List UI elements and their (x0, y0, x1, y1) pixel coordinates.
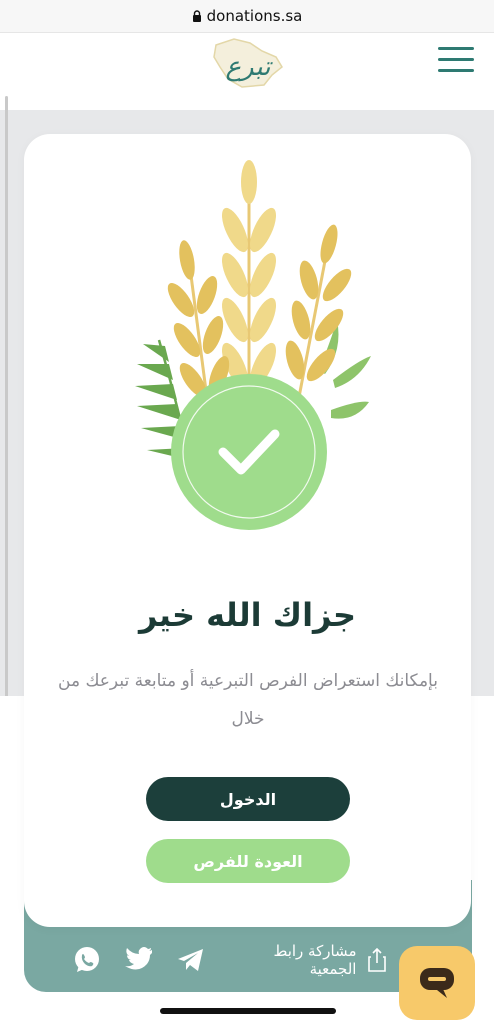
scroll-indicator[interactable] (5, 96, 8, 726)
chat-button[interactable] (399, 946, 475, 1020)
telegram-icon[interactable] (176, 945, 206, 975)
chat-bubble-icon (420, 968, 454, 998)
back-to-opportunities-button[interactable]: العودة للفرص (146, 839, 350, 883)
wheat-check-icon (135, 160, 371, 530)
whatsapp-icon[interactable] (72, 945, 102, 975)
logo-text: تبرع (226, 52, 274, 82)
browser-url-bar[interactable]: donations.sa (0, 0, 494, 32)
site-header: تبرع (0, 32, 494, 110)
twitter-icon[interactable] (124, 945, 154, 975)
login-button[interactable]: الدخول (146, 777, 350, 821)
share-row: مشاركة رابط الجمعية (72, 940, 392, 980)
share-label: مشاركة رابط الجمعية (273, 942, 357, 978)
hamburger-menu-icon[interactable] (438, 47, 474, 77)
thank-you-card: جزاك الله خير بإمكانك استعراض الفرص التب… (24, 134, 471, 927)
lock-icon (192, 10, 201, 22)
home-indicator (160, 1008, 336, 1014)
description-text: بإمكانك استعراض الفرص التبرعية أو متابعة… (58, 671, 438, 729)
logo-map-icon: تبرع (213, 38, 283, 88)
page-title: جزاك الله خير (138, 596, 357, 634)
url-text: donations.sa (206, 7, 303, 25)
share-icon[interactable] (362, 945, 392, 975)
site-logo[interactable]: تبرع (206, 35, 286, 91)
